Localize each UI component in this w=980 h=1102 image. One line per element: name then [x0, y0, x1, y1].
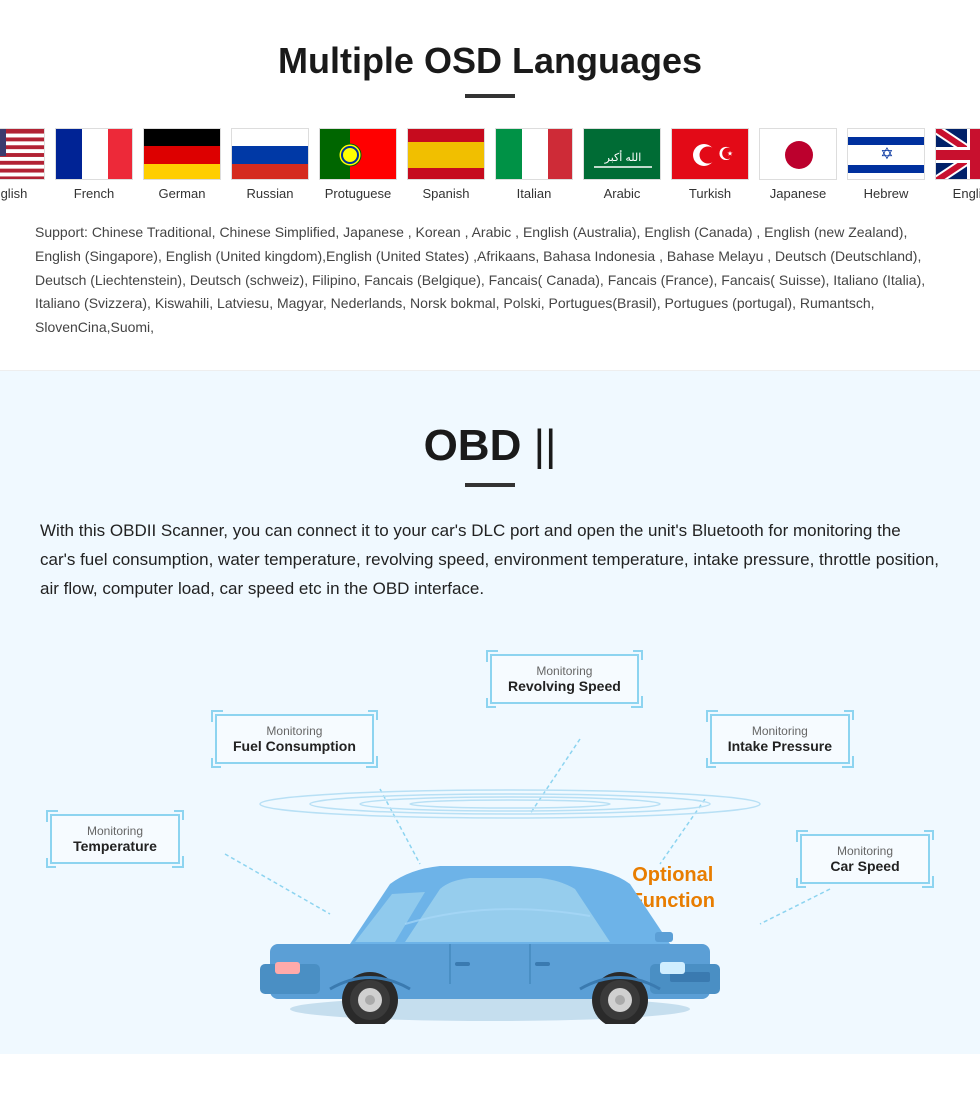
corner-tr-intake — [844, 710, 854, 720]
flag-label-russian: Russian — [247, 186, 294, 201]
monitor-fuel-label: Monitoring — [266, 724, 322, 738]
flag-es — [407, 128, 485, 180]
flag-us — [0, 128, 45, 180]
obd-divider — [465, 483, 515, 487]
flag-label-turkish: Turkish — [689, 186, 731, 201]
svg-text:✡: ✡ — [880, 146, 893, 163]
monitor-temperature: Monitoring Temperature — [50, 814, 180, 864]
monitor-revolving-label: Monitoring — [536, 664, 592, 678]
car-diagram: Monitoring Revolving Speed Monitoring Fu… — [40, 634, 940, 1054]
corner-bl-fuel — [211, 758, 221, 768]
monitor-revolving: Monitoring Revolving Speed — [490, 654, 639, 704]
obd-title: OBD || — [40, 421, 940, 471]
flag-item-english-us: English — [0, 128, 45, 201]
flag-label-english-gb: English — [953, 186, 980, 201]
monitor-carspeed-box: Monitoring Car Speed — [800, 834, 930, 884]
flag-gb — [935, 128, 980, 180]
flag-label-japanese: Japanese — [770, 186, 826, 201]
flag-label-english-us: English — [0, 186, 27, 201]
flag-jp — [759, 128, 837, 180]
flag-item-hebrew: ✡ Hebrew — [847, 128, 925, 201]
car-image-container — [230, 739, 750, 1024]
corner-bl-temperature — [46, 858, 56, 868]
corner-tr-temperature — [174, 810, 184, 820]
flag-ar: الله أكبر — [583, 128, 661, 180]
flag-item-portuguese: Protuguese — [319, 128, 397, 201]
ripple-svg — [230, 739, 790, 819]
flag-label-hebrew: Hebrew — [864, 186, 909, 201]
monitor-temperature-name: Temperature — [73, 838, 157, 854]
flag-fr — [55, 128, 133, 180]
svg-text:الله أكبر: الله أكبر — [604, 150, 642, 164]
corner-bl-revolving — [486, 698, 496, 708]
obd-title-suffix: || — [534, 421, 557, 470]
corner-tr-carspeed — [924, 830, 934, 840]
monitor-intake-label: Monitoring — [752, 724, 808, 738]
flag-label-arabic: Arabic — [604, 186, 641, 201]
corner-bl-carspeed — [796, 878, 806, 888]
flag-label-german: German — [159, 186, 206, 201]
osd-divider — [465, 94, 515, 98]
flag-item-japanese: Japanese — [759, 128, 837, 201]
monitor-carspeed: Monitoring Car Speed — [800, 834, 930, 884]
flag-tr: ☪ — [671, 128, 749, 180]
flag-item-german: German — [143, 128, 221, 201]
flag-ru — [231, 128, 309, 180]
monitor-carspeed-label: Monitoring — [837, 844, 893, 858]
flag-de — [143, 128, 221, 180]
flag-label-portuguese: Protuguese — [325, 186, 392, 201]
flag-label-spanish: Spanish — [423, 186, 470, 201]
flags-row: English French German — [30, 128, 950, 201]
flag-item-spanish: Spanish — [407, 128, 485, 201]
obd-section: OBD || With this OBDII Scanner, you can … — [0, 371, 980, 1054]
monitor-revolving-box: Monitoring Revolving Speed — [490, 654, 639, 704]
flag-item-english-gb: English — [935, 128, 980, 201]
monitor-temperature-box: Monitoring Temperature — [50, 814, 180, 864]
osd-title: Multiple OSD Languages — [30, 40, 950, 82]
flag-pt — [319, 128, 397, 180]
flag-it — [495, 128, 573, 180]
corner-tr-fuel — [368, 710, 378, 720]
monitor-revolving-name: Revolving Speed — [508, 678, 621, 694]
support-text: Support: Chinese Traditional, Chinese Si… — [30, 221, 950, 340]
obd-description: With this OBDII Scanner, you can connect… — [40, 517, 940, 604]
flag-item-russian: Russian — [231, 128, 309, 201]
flag-item-italian: Italian — [495, 128, 573, 201]
obd-title-prefix: OBD — [424, 421, 534, 470]
flag-item-french: French — [55, 128, 133, 201]
osd-section: Multiple OSD Languages English — [0, 0, 980, 371]
monitor-carspeed-name: Car Speed — [830, 858, 899, 874]
flag-il: ✡ — [847, 128, 925, 180]
flag-item-turkish: ☪ Turkish — [671, 128, 749, 201]
car-svg — [230, 804, 750, 1024]
flag-label-italian: Italian — [517, 186, 552, 201]
corner-tr-revolving — [633, 650, 643, 660]
flag-label-french: French — [74, 186, 114, 201]
svg-text:☪: ☪ — [718, 144, 734, 164]
monitor-temperature-label: Monitoring — [87, 824, 143, 838]
flag-item-arabic: الله أكبر Arabic — [583, 128, 661, 201]
